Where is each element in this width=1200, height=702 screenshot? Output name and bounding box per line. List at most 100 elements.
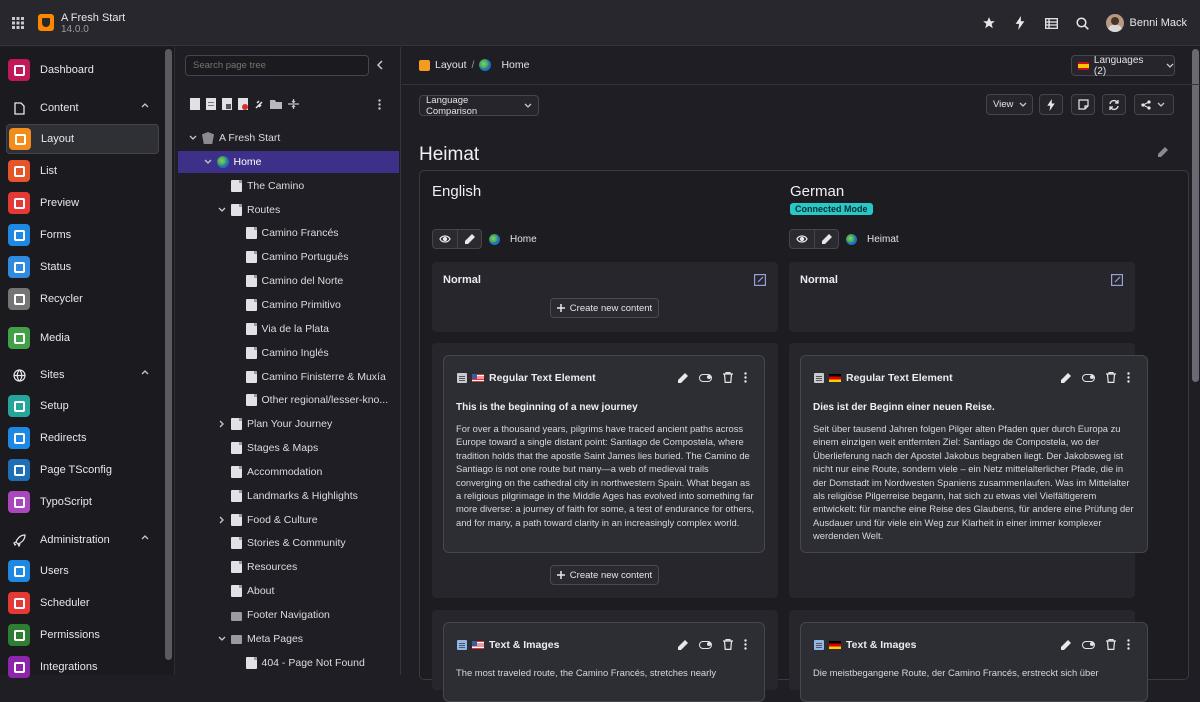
tree-node[interactable]: Home	[178, 150, 399, 173]
english-page-label[interactable]: Home	[489, 233, 537, 245]
content-element-card[interactable]: Regular Text Element This is the beginni…	[443, 355, 765, 553]
typo3-logo[interactable]	[38, 14, 54, 31]
toggle-visibility-icon[interactable]	[699, 373, 712, 382]
module-preview[interactable]: Preview	[6, 188, 159, 218]
user-menu[interactable]: Benni Mack	[1105, 14, 1187, 32]
reload-button[interactable]	[1102, 94, 1126, 115]
create-new-content-button[interactable]: Create new content	[550, 565, 659, 585]
tree-node[interactable]: Food & Culture	[178, 509, 399, 531]
tree-node[interactable]: Camino Francés	[178, 222, 399, 244]
module-layout[interactable]: Layout	[6, 124, 159, 154]
module-typoscript[interactable]: TypoScript	[6, 487, 159, 517]
new-page-text-icon[interactable]	[206, 98, 216, 110]
content-scrollbar[interactable]	[1192, 49, 1199, 382]
tree-node[interactable]: Camino del Norte	[178, 270, 399, 292]
tree-node[interactable]: Camino Primitivo	[178, 294, 399, 316]
clear-cache-button[interactable]	[1039, 94, 1063, 115]
tree-node[interactable]: Footer Navigation	[178, 604, 399, 626]
module-users[interactable]: Users	[6, 556, 159, 586]
bolt-icon[interactable]	[1005, 16, 1036, 30]
menu-group-content[interactable]: Content	[6, 96, 159, 120]
tree-node[interactable]: Meta Pages	[178, 628, 399, 650]
chevron-down-icon[interactable]	[188, 135, 198, 141]
module-scheduler[interactable]: Scheduler	[6, 588, 159, 618]
pencil-icon[interactable]	[1061, 372, 1071, 383]
app-grid-icon[interactable]	[12, 17, 24, 29]
list-icon[interactable]	[1036, 17, 1067, 29]
edit-column-icon[interactable]	[754, 274, 766, 286]
menu-group-administration[interactable]: Administration	[6, 528, 159, 552]
more-icon[interactable]	[744, 372, 747, 383]
module-media[interactable]: Media	[6, 323, 159, 353]
star-icon[interactable]	[974, 16, 1005, 30]
trash-icon[interactable]	[1106, 639, 1116, 650]
content-element-card[interactable]: Regular Text Element Dies ist der Beginn…	[800, 355, 1148, 553]
tree-node[interactable]: Resources	[178, 556, 399, 578]
link-icon[interactable]	[254, 98, 264, 110]
page-tree-search-input[interactable]	[185, 55, 369, 76]
view-dropdown[interactable]: View	[986, 94, 1033, 115]
divider-icon[interactable]	[288, 98, 299, 110]
languages-dropdown[interactable]: Languages (2)	[1071, 55, 1175, 77]
module-permissions[interactable]: Permissions	[6, 620, 159, 650]
toggle-visibility-icon[interactable]	[1082, 373, 1095, 382]
search-icon[interactable]	[1067, 16, 1098, 30]
chevron-down-icon[interactable]	[217, 207, 227, 213]
pencil-icon[interactable]	[678, 639, 688, 650]
tree-node[interactable]: Plan Your Journey	[178, 413, 399, 435]
page-notes-button[interactable]	[1071, 94, 1095, 115]
eye-icon[interactable]	[433, 230, 457, 248]
breadcrumb-module[interactable]: Layout	[435, 59, 467, 71]
more-icon[interactable]	[744, 639, 747, 650]
module-pagetsconfig[interactable]: Page TSconfig	[6, 455, 159, 485]
tree-node[interactable]: Camino Inglés	[178, 342, 399, 364]
new-page-image-icon[interactable]	[222, 98, 232, 110]
tree-node[interactable]: The Camino	[178, 175, 399, 197]
menu-group-sites[interactable]: Sites	[6, 363, 159, 387]
trash-icon[interactable]	[723, 372, 733, 383]
edit-column-icon[interactable]	[1111, 274, 1123, 286]
pencil-icon[interactable]	[678, 372, 688, 383]
tree-node[interactable]: About	[178, 580, 399, 602]
more-icon[interactable]	[1127, 639, 1130, 650]
trash-icon[interactable]	[723, 639, 733, 650]
edit-title-icon[interactable]	[1157, 147, 1168, 158]
module-integrations[interactable]: Integrations	[6, 652, 159, 682]
tree-node[interactable]: Camino Finisterre & Muxía	[178, 366, 399, 388]
toggle-visibility-icon[interactable]	[699, 640, 712, 649]
tree-node[interactable]: 404 - Page Not Found	[178, 652, 399, 674]
breadcrumb-page[interactable]: Home	[501, 59, 529, 71]
module-status[interactable]: Status	[6, 252, 159, 282]
pencil-icon[interactable]	[814, 230, 838, 248]
new-page-link-icon[interactable]	[238, 98, 248, 110]
module-list[interactable]: List	[6, 156, 159, 186]
trash-icon[interactable]	[1106, 372, 1116, 383]
content-element-card[interactable]: Text & Images The most traveled route, t…	[443, 622, 765, 702]
module-redirects[interactable]: Redirects	[6, 423, 159, 453]
new-page-icon[interactable]	[190, 98, 200, 110]
tree-node[interactable]: Camino Português	[178, 246, 399, 268]
content-element-card[interactable]: Text & Images Die meistbegangene Route, …	[800, 622, 1148, 702]
share-dropdown[interactable]	[1134, 94, 1174, 115]
tree-node[interactable]: Routes	[178, 199, 399, 221]
eye-icon[interactable]	[790, 230, 814, 248]
folder-icon[interactable]	[270, 98, 282, 110]
german-page-label[interactable]: Heimat	[846, 233, 899, 245]
module-menu-scrollbar[interactable]	[165, 49, 172, 660]
module-forms[interactable]: Forms	[6, 220, 159, 250]
tree-node[interactable]: Stages & Maps	[178, 437, 399, 459]
module-dashboard[interactable]: Dashboard	[6, 55, 159, 85]
collapse-tree-icon[interactable]	[376, 60, 384, 70]
toggle-visibility-icon[interactable]	[1082, 640, 1095, 649]
chevron-down-icon[interactable]	[203, 159, 213, 165]
tree-node[interactable]: A Fresh Start	[178, 127, 399, 149]
tree-more-icon[interactable]	[378, 99, 381, 110]
tree-node[interactable]: Other regional/lesser-kno...	[178, 389, 399, 411]
pencil-icon[interactable]	[1061, 639, 1071, 650]
tree-node[interactable]: Via de la Plata	[178, 318, 399, 340]
tree-node[interactable]: Landmarks & Highlights	[178, 485, 399, 507]
view-mode-select[interactable]: Language Comparison	[419, 95, 539, 117]
chevron-down-icon[interactable]	[217, 636, 227, 642]
tree-node[interactable]: Accommodation	[178, 461, 399, 483]
module-setup[interactable]: Setup	[6, 391, 159, 421]
